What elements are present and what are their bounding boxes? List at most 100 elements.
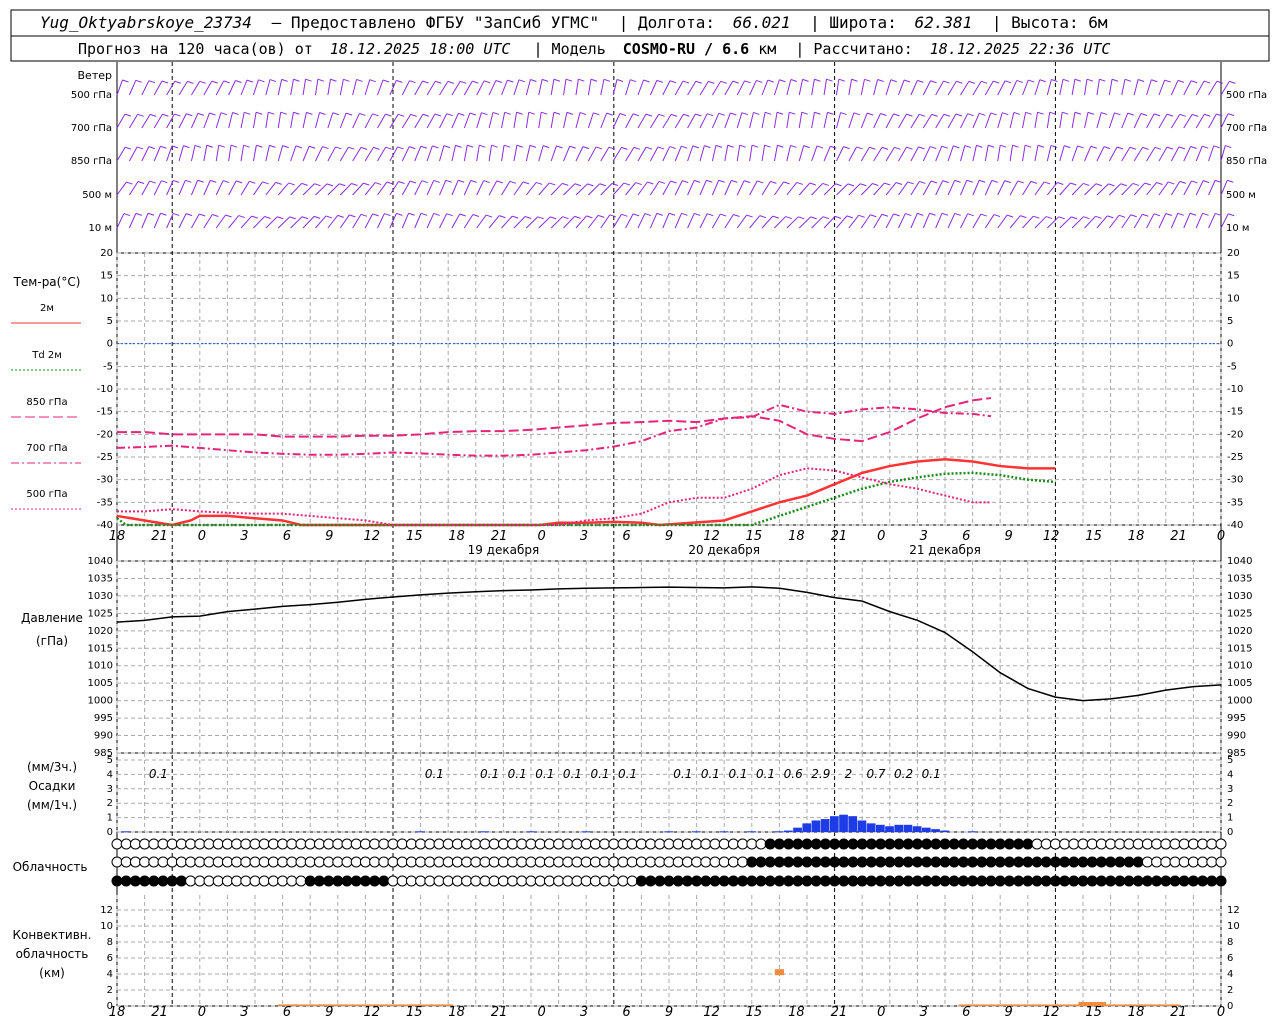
- wind-barb-flag: [375, 182, 382, 186]
- conv-cloud-bar: [314, 1004, 324, 1006]
- wind-barb-flag: [345, 112, 353, 116]
- wind-barb-flag: [479, 144, 486, 148]
- cloud-cover-symbol: [304, 875, 316, 887]
- hour-label: 18: [109, 529, 126, 544]
- precip-value-label: 0.1: [480, 767, 499, 781]
- wind-barb-staff: [501, 79, 508, 96]
- cloud-cover-symbol: [1049, 875, 1061, 887]
- wind-barb-flag: [880, 113, 887, 116]
- wind-barb-staff: [1034, 79, 1041, 96]
- cloud-cover-symbol: [1197, 856, 1209, 868]
- cloud-cover-symbol: [387, 838, 399, 850]
- wind-barb-staff: [637, 113, 647, 129]
- wind-barb-flag: [396, 212, 403, 216]
- cloud-cover-symbol: [332, 856, 344, 868]
- wind-barb-flag: [348, 146, 355, 150]
- cloud-cover-symbol: [930, 838, 942, 850]
- wind-barb-flag: [194, 144, 202, 148]
- conv-cloud-bar: [977, 1004, 987, 1006]
- cloud-cover-symbol: [801, 856, 813, 868]
- wind-barb-flag: [398, 113, 405, 117]
- cloud-cover-symbol: [939, 838, 951, 850]
- conv-tick-right: 0: [1227, 1001, 1233, 1012]
- temp-series-line: [116, 403, 992, 457]
- precip-bar: [940, 830, 950, 832]
- pressure-tick-left: 1025: [88, 608, 113, 619]
- wind-barb-staff: [649, 80, 658, 96]
- cloud-cover-symbol: [985, 838, 997, 850]
- wind-barb-flag: [481, 112, 488, 116]
- cloud-cover-symbol: [838, 875, 850, 887]
- cloud-cover-symbol: [691, 875, 703, 887]
- cloud-cover-symbol: [608, 856, 620, 868]
- wind-barb-flag: [396, 79, 403, 83]
- wind-barb-flag: [536, 181, 543, 185]
- wind-barb-flag: [197, 179, 204, 183]
- cloud-title: Облачность: [13, 860, 88, 874]
- cloud-cover-symbol: [856, 856, 868, 868]
- wind-barb-staff: [873, 113, 881, 129]
- wind-barb-flag: [1229, 80, 1236, 84]
- wind-barb-staff: [1195, 145, 1203, 162]
- wind-barb-flag: [976, 144, 983, 148]
- cloud-cover-symbol: [645, 838, 657, 850]
- wind-barb-flag: [718, 112, 725, 116]
- wind-barb-flag: [420, 145, 428, 149]
- pressure-tick-left: 1015: [88, 643, 113, 654]
- cloud-cover-symbol: [139, 875, 151, 887]
- wind-barb-flag: [603, 78, 611, 82]
- wind-barb-staff: [1183, 213, 1191, 229]
- temp-legend-label: 2м: [40, 303, 54, 314]
- wind-barb-flag: [1190, 80, 1198, 84]
- cloud-cover-symbol: [976, 838, 988, 850]
- svg-text:Yug_Oktyabrskoye_23734 –: Yug_Oktyabrskoye_23734 – Предоставлено Ф…: [40, 13, 1108, 32]
- temp-legend-label: Td 2м: [31, 350, 62, 361]
- wind-barb-staff: [1046, 145, 1052, 162]
- cloud-cover-symbol: [893, 838, 905, 850]
- cloud-cover-symbol: [534, 875, 546, 887]
- wind-barb-flag: [281, 78, 288, 82]
- precip-tick-left: 0: [107, 827, 113, 838]
- wind-barb-staff: [215, 145, 220, 162]
- wind-barb-staff: [1121, 79, 1126, 96]
- wind-barb-flag: [606, 112, 613, 116]
- wind-barb-flag: [993, 214, 1001, 218]
- wind-barb-flag: [317, 78, 325, 82]
- wind-barb-staff: [538, 112, 542, 129]
- cloud-cover-symbol: [580, 838, 592, 850]
- cloud-cover-symbol: [203, 856, 215, 868]
- wind-barb-flag: [1130, 214, 1137, 218]
- cloud-cover-symbol: [1197, 875, 1209, 887]
- wind-barb-staff: [525, 216, 539, 229]
- cloud-cover-symbol: [286, 875, 298, 887]
- cloud-cover-symbol: [543, 875, 555, 887]
- cloud-cover-symbol: [921, 875, 933, 887]
- wind-barb-staff: [302, 146, 310, 162]
- pressure-title: Давление: [21, 611, 83, 625]
- wind-barb-flag: [148, 146, 155, 150]
- pressure-tick-left: 1020: [88, 626, 113, 637]
- wind-barb-flag: [289, 216, 296, 220]
- wind-barb-staff: [550, 79, 555, 96]
- cloud-cover-symbol: [295, 838, 307, 850]
- wind-barb-flag: [326, 183, 334, 187]
- wind-barb-staff: [203, 180, 211, 196]
- wind-barb-flag: [1118, 214, 1126, 218]
- wind-barb-flag: [872, 183, 879, 186]
- precip-tick-left: 4: [107, 769, 113, 780]
- cloud-cover-symbol: [589, 875, 601, 887]
- wind-barb-flag: [1039, 79, 1046, 83]
- wind-barb-flag: [549, 182, 556, 186]
- conv-tick-right: 8: [1227, 937, 1233, 948]
- hour-label: 21: [151, 1005, 168, 1020]
- wind-barb-flag: [1030, 180, 1038, 184]
- cloud-cover-symbol: [488, 838, 500, 850]
- wind-barb-flag: [966, 179, 973, 183]
- wind-barb-flag: [1017, 180, 1024, 184]
- wind-barb-flag: [541, 78, 549, 82]
- wind-barb-staff: [1170, 213, 1179, 229]
- wind-barb-staff: [997, 145, 1001, 162]
- temperature-tick-left: -20: [97, 429, 113, 440]
- wind-barb-staff: [898, 113, 907, 129]
- wind-barb-flag: [645, 146, 653, 150]
